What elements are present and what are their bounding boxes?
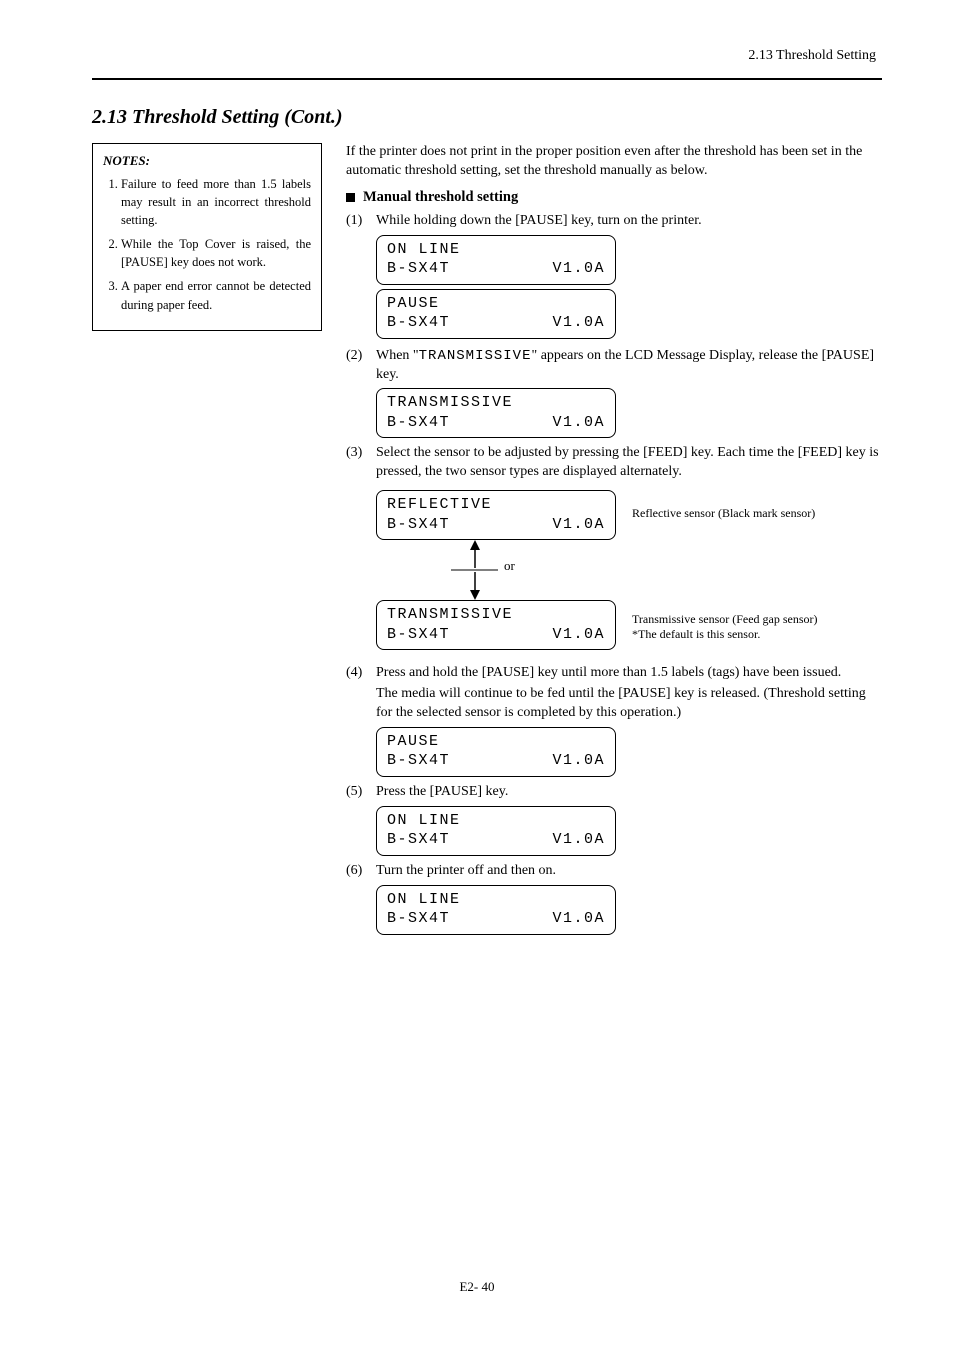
step-number: (5) bbox=[346, 783, 376, 802]
lcd-display: REFLECTIVE B-SX4T V1.0A bbox=[376, 490, 616, 540]
lcd-version: V1.0A bbox=[552, 313, 605, 333]
sensor-label-transmissive: Transmissive sensor (Feed gap sensor) bbox=[632, 612, 818, 628]
notes-heading: NOTES: bbox=[103, 152, 311, 171]
section-title-text: Threshold Setting (Cont.) bbox=[132, 106, 343, 128]
notes-box: NOTES: Failure to feed more than 1.5 lab… bbox=[92, 143, 322, 331]
lcd-model: B-SX4T bbox=[387, 515, 450, 535]
lcd-display: ON LINE B-SX4T V1.0A bbox=[376, 806, 616, 856]
step-body: Select the sensor to be adjusted by pres… bbox=[376, 444, 882, 482]
step-body: Press and hold the [PAUSE] key until mor… bbox=[376, 664, 882, 723]
lcd-model: B-SX4T bbox=[387, 751, 450, 771]
lcd-model: B-SX4T bbox=[387, 259, 450, 279]
lcd-display: ON LINE B-SX4T V1.0A bbox=[376, 235, 616, 285]
note-item: While the Top Cover is raised, the [PAUS… bbox=[121, 235, 311, 271]
lcd-line1: ON LINE bbox=[387, 240, 605, 260]
step3-a: Select the sensor to be adjusted by pres… bbox=[376, 445, 717, 460]
intro-paragraph: If the printer does not print in the pro… bbox=[346, 143, 882, 181]
lcd-line1: ON LINE bbox=[387, 890, 605, 910]
step-number: (6) bbox=[346, 862, 376, 881]
section-title: 2.13 Threshold Setting (Cont.) bbox=[92, 106, 882, 129]
section-number: 2.13 bbox=[92, 106, 127, 128]
lcd-version: V1.0A bbox=[552, 259, 605, 279]
lcd-version: V1.0A bbox=[552, 413, 605, 433]
header-rule bbox=[92, 78, 882, 80]
square-bullet-icon bbox=[346, 193, 355, 202]
lcd-model: B-SX4T bbox=[387, 625, 450, 645]
step-number: (4) bbox=[346, 664, 376, 723]
step-number: (3) bbox=[346, 444, 376, 482]
sensor-label-reflective: Reflective sensor (Black mark sensor) bbox=[632, 506, 815, 521]
lcd-line1: REFLECTIVE bbox=[387, 495, 605, 515]
lcd-model: B-SX4T bbox=[387, 830, 450, 850]
step4-a: Press and hold the [PAUSE] key until mor… bbox=[376, 664, 882, 683]
lcd-version: V1.0A bbox=[552, 909, 605, 929]
header-right: 2.13 Threshold Setting bbox=[748, 48, 876, 64]
lcd-line1: PAUSE bbox=[387, 732, 605, 752]
lcd-display: TRANSMISSIVE B-SX4T V1.0A bbox=[376, 600, 616, 650]
step-number: (1) bbox=[346, 212, 376, 231]
step2-value: TRANSMISSIVE bbox=[419, 348, 532, 364]
arrow-toggle-icon: or bbox=[376, 540, 594, 600]
sensor-label-transmissive-default: *The default is this sensor. bbox=[632, 627, 818, 643]
lcd-model: B-SX4T bbox=[387, 313, 450, 333]
lcd-display: PAUSE B-SX4T V1.0A bbox=[376, 727, 616, 777]
lcd-display: TRANSMISSIVE B-SX4T V1.0A bbox=[376, 388, 616, 438]
lcd-version: V1.0A bbox=[552, 515, 605, 535]
or-label: or bbox=[504, 558, 515, 574]
page-number: E2- 40 bbox=[0, 1279, 954, 1295]
sub-heading-text: Manual threshold setting bbox=[363, 189, 518, 206]
step-body: When "TRANSMISSIVE" appears on the LCD M… bbox=[376, 347, 882, 385]
lcd-line1: ON LINE bbox=[387, 811, 605, 831]
lcd-display: ON LINE B-SX4T V1.0A bbox=[376, 885, 616, 935]
sub-heading: Manual threshold setting bbox=[346, 189, 882, 206]
step-body: Turn the printer off and then on. bbox=[376, 862, 882, 881]
note-item: Failure to feed more than 1.5 labels may… bbox=[121, 175, 311, 229]
step2-prefix: When " bbox=[376, 348, 419, 363]
lcd-model: B-SX4T bbox=[387, 909, 450, 929]
lcd-model: B-SX4T bbox=[387, 413, 450, 433]
step4-b: The media will continue to be fed until … bbox=[376, 685, 882, 723]
lcd-version: V1.0A bbox=[552, 625, 605, 645]
lcd-line1: PAUSE bbox=[387, 294, 605, 314]
step-body: Press the [PAUSE] key. bbox=[376, 783, 882, 802]
lcd-version: V1.0A bbox=[552, 830, 605, 850]
step-number: (2) bbox=[346, 347, 376, 385]
lcd-version: V1.0A bbox=[552, 751, 605, 771]
step-body: While holding down the [PAUSE] key, turn… bbox=[376, 212, 882, 231]
lcd-line1: TRANSMISSIVE bbox=[387, 393, 605, 413]
lcd-display: PAUSE B-SX4T V1.0A bbox=[376, 289, 616, 339]
lcd-line1: TRANSMISSIVE bbox=[387, 605, 605, 625]
note-item: A paper end error cannot be detected dur… bbox=[121, 277, 311, 313]
